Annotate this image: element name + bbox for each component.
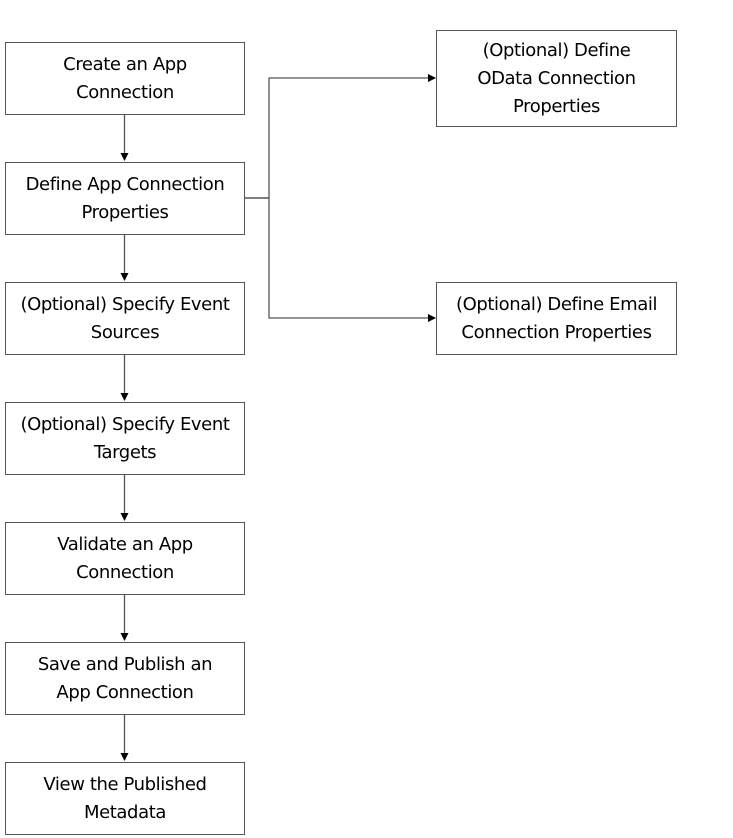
step-define-email-connection-properties: (Optional) Define Email Connection Prope… [436, 282, 677, 355]
step-label: (Optional) Specify Event Targets [20, 413, 230, 463]
edge-define-to-odata [268, 74, 436, 198]
step-specify-event-targets: (Optional) Specify Event Targets [5, 402, 245, 475]
step-validate-app-connection: Validate an App Connection [5, 522, 245, 595]
step-label: Define App Connection Properties [25, 173, 225, 223]
step-label: Validate an App Connection [57, 533, 193, 583]
step-save-publish-app-connection: Save and Publish an App Connection [5, 642, 245, 715]
step-label: Create an App Connection [63, 53, 187, 103]
step-define-app-connection-properties: Define App Connection Properties [5, 162, 245, 235]
step-label: Save and Publish an App Connection [37, 653, 213, 703]
step-view-published-metadata: View the Published Metadata [5, 762, 245, 835]
step-define-odata-connection-properties: (Optional) Define OData Connection Prope… [436, 30, 677, 127]
edge-define-to-email [268, 198, 436, 322]
step-label: (Optional) Define Email Connection Prope… [455, 293, 658, 343]
flowchart-canvas: Create an App Connection Define App Conn… [0, 0, 733, 838]
step-label: (Optional) Specify Event Sources [20, 293, 230, 343]
step-specify-event-sources: (Optional) Specify Event Sources [5, 282, 245, 355]
step-label: View the Published Metadata [43, 773, 207, 823]
step-label: (Optional) Define OData Connection Prope… [477, 39, 636, 117]
step-create-app-connection: Create an App Connection [5, 42, 245, 115]
